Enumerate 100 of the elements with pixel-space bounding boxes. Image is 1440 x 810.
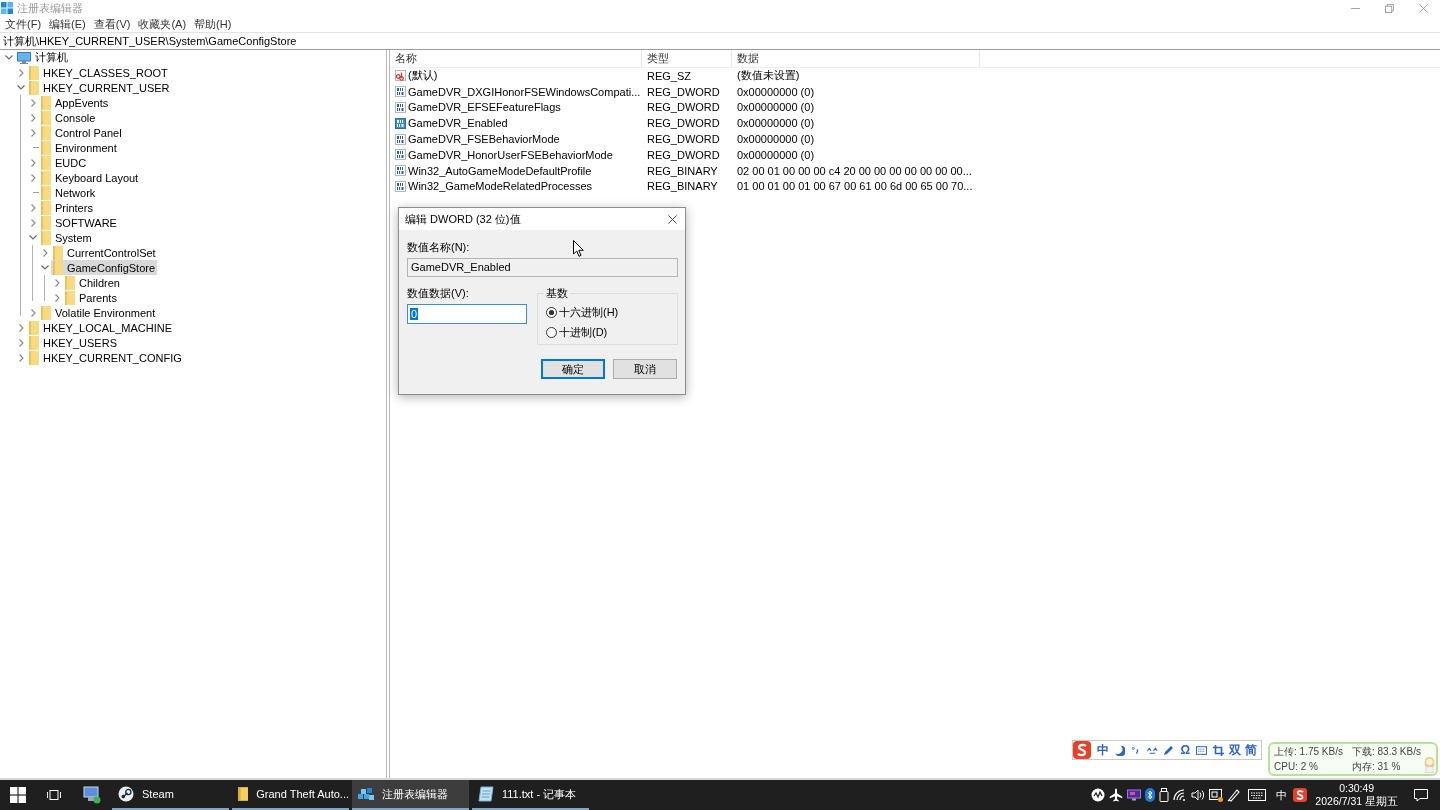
folder-icon	[41, 200, 51, 215]
dialog-button[interactable]: 取消	[613, 359, 677, 379]
tree-node[interactable]: Volatile Environment	[39, 305, 158, 320]
screen-capture-icon[interactable]	[1209, 788, 1224, 802]
value-name[interactable]: GameDVR_EFSEFeatureFlags	[390, 100, 642, 115]
chevron-right-icon[interactable]	[30, 128, 36, 137]
column-header[interactable]: 数据	[732, 50, 980, 67]
menu-item[interactable]: 文件(F)	[2, 17, 45, 31]
chevron-right-icon[interactable]	[30, 173, 36, 182]
menu-item[interactable]: 收藏夹(A)	[135, 17, 190, 31]
folder-icon	[41, 230, 51, 245]
tree-node[interactable]: Console	[39, 110, 98, 125]
taskbar-button[interactable]: 111.txt - 记事本	[472, 780, 589, 810]
memory-usage: 内存: 31 %	[1352, 760, 1401, 773]
chevron-right-icon[interactable]	[30, 218, 36, 227]
tree-node[interactable]: HKEY_CURRENT_USER	[27, 80, 172, 95]
value-name[interactable]: (默认)	[390, 68, 642, 84]
chevron-right-icon[interactable]	[30, 158, 36, 167]
taskbar-button[interactable]: Steam	[112, 780, 229, 810]
moon-icon[interactable]	[1113, 744, 1125, 756]
menu-item[interactable]: 帮助(H)	[191, 17, 235, 31]
value-name-field[interactable]: GameDVR_Enabled	[407, 258, 678, 277]
chevron-down-icon[interactable]	[17, 85, 25, 90]
tree-node[interactable]: System	[39, 230, 94, 245]
value-name[interactable]: Win32_AutoGameModeDefaultProfile	[390, 163, 642, 179]
tree-node[interactable]: SOFTWARE	[39, 215, 119, 230]
folder-icon	[41, 155, 51, 170]
airplane-icon[interactable]	[1109, 788, 1124, 802]
radio-option[interactable]: 十六进制(H)	[546, 305, 619, 319]
folder-icon	[29, 65, 39, 80]
symbol-button[interactable]: Ω	[1177, 742, 1193, 758]
tree-node[interactable]: 计算机	[15, 50, 70, 65]
bluetooth-icon[interactable]	[1145, 788, 1156, 802]
chevron-right-icon[interactable]	[18, 323, 24, 332]
value-name[interactable]: GameDVR_FSEBehaviorMode	[390, 131, 642, 147]
folder-icon	[238, 786, 249, 802]
tree-node[interactable]: HKEY_USERS	[27, 335, 119, 350]
wifi-icon[interactable]	[1173, 788, 1188, 802]
value-data-field[interactable]: 0	[407, 304, 527, 324]
chevron-right-icon[interactable]	[30, 113, 36, 122]
tree-node[interactable]: Printers	[39, 200, 95, 215]
notification-icon[interactable]	[1414, 788, 1428, 802]
upload-speed: 上传: 1.75 KB/s	[1274, 745, 1343, 758]
tree-node[interactable]: HKEY_CLASSES_ROOT	[27, 65, 170, 80]
taskbar-button[interactable]: 注册表编辑器	[352, 780, 469, 810]
pulse-icon[interactable]	[1091, 788, 1106, 802]
chevron-down-icon[interactable]	[41, 265, 49, 270]
chevron-right-icon[interactable]	[30, 308, 36, 317]
chevron-right-icon[interactable]	[54, 278, 60, 287]
tree-node[interactable]: Environment	[39, 140, 119, 155]
menu-item[interactable]: 编辑(E)	[46, 17, 89, 31]
folder-icon	[41, 140, 51, 155]
layout-toggle[interactable]: 双	[1227, 742, 1243, 758]
clock[interactable]: 0:30:49 2026/7/31 星期五	[1315, 782, 1398, 808]
monitor-icon[interactable]	[1127, 788, 1142, 802]
tree-node[interactable]: AppEvents	[39, 95, 111, 110]
tree-node[interactable]: EUDC	[39, 155, 89, 170]
column-header[interactable]: 名称	[390, 50, 642, 67]
tree-node[interactable]: Parents	[63, 290, 119, 305]
value-name[interactable]: GameDVR_Enabled	[390, 115, 642, 131]
radio-option[interactable]: 十进制(D)	[546, 325, 608, 339]
dialog-button[interactable]: 确定	[541, 359, 605, 379]
value-name[interactable]: GameDVR_HonorUserFSEBehaviorMode	[390, 147, 642, 163]
input-mode-toggle[interactable]: 中	[1095, 742, 1111, 758]
crop-icon[interactable]	[1212, 744, 1224, 756]
address-bar[interactable]: 计算机\HKEY_CURRENT_USER\System\GameConfigStore	[0, 32, 1440, 50]
tree-node[interactable]: Keyboard Layout	[39, 170, 141, 185]
value-name[interactable]: GameDVR_DXGIHonorFSEWindowsCompati...	[390, 84, 642, 100]
value-data: 01 00 01 00 01 00 67 00 61 00 6d 00 65 00 70...	[736, 179, 974, 194]
chevron-right-icon[interactable]	[42, 248, 48, 257]
taskbar-button[interactable]: Grand Theft Auto...	[232, 780, 349, 810]
column-header[interactable]: 类型	[642, 50, 732, 67]
tree-node[interactable]: Children	[63, 275, 122, 290]
pen-icon[interactable]	[1227, 788, 1242, 802]
chevron-right-icon[interactable]	[18, 353, 24, 362]
emoticon-icon[interactable]	[1146, 746, 1158, 754]
chevron-down-icon[interactable]	[29, 235, 37, 240]
tree-node[interactable]: GameConfigStore	[51, 260, 158, 275]
input-mode-indicator[interactable]: 中	[1273, 787, 1290, 803]
chevron-right-icon[interactable]	[18, 338, 24, 347]
value-name[interactable]: Win32_GameModeRelatedProcesses	[390, 178, 642, 194]
tree-node[interactable]: CurrentControlSet	[51, 245, 158, 260]
volume-icon[interactable]	[1191, 788, 1206, 802]
chevron-right-icon[interactable]	[18, 68, 24, 77]
chevron-down-icon[interactable]	[5, 55, 13, 60]
tree-node[interactable]: Network	[39, 185, 98, 200]
chevron-right-icon[interactable]	[30, 203, 36, 212]
tree-node[interactable]: HKEY_CURRENT_CONFIG	[27, 350, 184, 365]
chevron-right-icon[interactable]	[30, 98, 36, 107]
minimize-icon	[1350, 7, 1360, 9]
logo-icon[interactable]	[1293, 788, 1308, 802]
usb-drive-icon[interactable]	[1159, 788, 1170, 802]
chevron-right-icon[interactable]	[54, 293, 60, 302]
cpu-usage: CPU: 2 %	[1274, 760, 1318, 773]
menu-item[interactable]: 查看(V)	[90, 17, 134, 31]
tree-node[interactable]: Control Panel	[39, 125, 124, 140]
folder-icon	[29, 80, 39, 95]
charset-toggle[interactable]: 简	[1243, 742, 1259, 758]
tree-node[interactable]: HKEY_LOCAL_MACHINE	[27, 320, 174, 335]
folder-icon	[29, 350, 39, 365]
